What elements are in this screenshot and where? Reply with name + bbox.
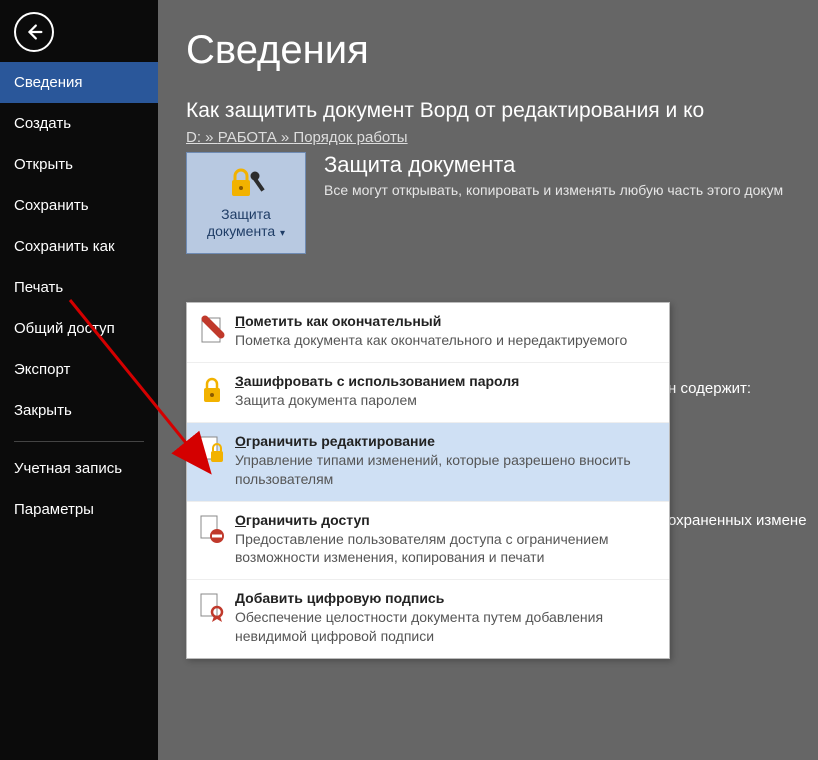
breadcrumb: D: » РАБОТА » Порядок работы xyxy=(186,129,818,146)
sidebar-item-options[interactable]: Параметры xyxy=(0,489,158,530)
sidebar-item-label: Создать xyxy=(14,115,71,132)
sidebar-item-save[interactable]: Сохранить xyxy=(0,185,158,226)
sidebar-item-label: Сохранить как xyxy=(14,238,115,255)
sidebar-item-label: Сведения xyxy=(14,74,83,91)
protect-document-dropdown: Пометить как окончательный Пометка докум… xyxy=(186,302,670,659)
menu-item-title: Ограничить редактирование xyxy=(235,433,657,449)
sidebar-separator xyxy=(14,441,144,442)
partial-text: н содержит: xyxy=(668,380,751,397)
menu-item-encrypt-password[interactable]: Зашифровать с использованием пароля Защи… xyxy=(187,362,669,422)
sidebar-item-label: Сохранить xyxy=(14,197,89,214)
sidebar-item-label: Открыть xyxy=(14,156,73,173)
menu-item-title: Зашифровать с использованием пароля xyxy=(235,373,657,389)
lock-icon xyxy=(199,375,225,405)
document-denied-icon xyxy=(199,514,225,544)
breadcrumb-part[interactable]: Порядок работы xyxy=(293,129,407,146)
sidebar-item-save-as[interactable]: Сохранить как xyxy=(0,226,158,267)
lock-key-icon xyxy=(226,166,266,202)
menu-item-desc: Защита документа паролем xyxy=(235,391,657,410)
sidebar-item-new[interactable]: Создать xyxy=(0,103,158,144)
menu-item-restrict-access[interactable]: Ограничить доступ Предоставление пользов… xyxy=(187,501,669,580)
sidebar-item-print[interactable]: Печать xyxy=(0,267,158,308)
document-title: Как защитить документ Ворд от редактиров… xyxy=(186,99,818,123)
protect-button-label: Защита xyxy=(221,206,271,222)
document-lock-icon xyxy=(199,435,225,465)
menu-item-desc: Управление типами изменений, которые раз… xyxy=(235,451,657,489)
sidebar-item-label: Общий доступ xyxy=(14,320,115,337)
sidebar-item-share[interactable]: Общий доступ xyxy=(0,308,158,349)
back-button[interactable] xyxy=(14,12,54,52)
breadcrumb-part[interactable]: РАБОТА xyxy=(218,129,277,146)
protect-button-label: документа xyxy=(207,223,275,239)
protect-section: Защита документа ▾ Защита документа Все … xyxy=(186,152,818,254)
document-ribbon-icon xyxy=(199,592,225,622)
menu-item-mark-final[interactable]: Пометить как окончательный Пометка докум… xyxy=(187,303,669,362)
protect-heading: Защита документа xyxy=(324,152,783,178)
sidebar-item-close[interactable]: Закрыть xyxy=(0,390,158,431)
breadcrumb-part[interactable]: D: xyxy=(186,129,201,146)
page-title: Сведения xyxy=(186,28,818,73)
sidebar-item-label: Экспорт xyxy=(14,361,70,378)
sidebar-item-label: Закрыть xyxy=(14,402,72,419)
menu-item-desc: Пометка документа как окончательного и н… xyxy=(235,331,657,350)
chevron-down-icon: ▾ xyxy=(277,228,285,239)
menu-item-title: Ограничить доступ xyxy=(235,512,657,528)
sidebar-item-label: Параметры xyxy=(14,501,94,518)
partial-text: охраненных измене xyxy=(668,512,807,529)
protect-description: Все могут открывать, копировать и изменя… xyxy=(324,182,783,198)
sidebar-item-open[interactable]: Открыть xyxy=(0,144,158,185)
menu-item-desc: Предоставление пользователям доступа с о… xyxy=(235,530,657,568)
backstage-sidebar: Сведения Создать Открыть Сохранить Сохра… xyxy=(0,0,158,760)
protect-document-button[interactable]: Защита документа ▾ xyxy=(186,152,306,254)
sidebar-item-label: Учетная запись xyxy=(14,460,122,477)
sidebar-item-info[interactable]: Сведения xyxy=(0,62,158,103)
menu-item-restrict-editing[interactable]: Ограничить редактирование Управление тип… xyxy=(187,422,669,501)
arrow-left-icon xyxy=(23,21,45,43)
menu-item-title: Добавить цифровую подпись xyxy=(235,590,657,606)
mark-final-icon xyxy=(199,315,225,345)
sidebar-item-label: Печать xyxy=(14,279,63,296)
menu-item-title: Пометить как окончательный xyxy=(235,313,657,329)
sidebar-item-export[interactable]: Экспорт xyxy=(0,349,158,390)
menu-item-desc: Обеспечение целостности документа путем … xyxy=(235,608,657,646)
sidebar-item-account[interactable]: Учетная запись xyxy=(0,448,158,489)
menu-item-digital-signature[interactable]: Добавить цифровую подпись Обеспечение це… xyxy=(187,579,669,658)
